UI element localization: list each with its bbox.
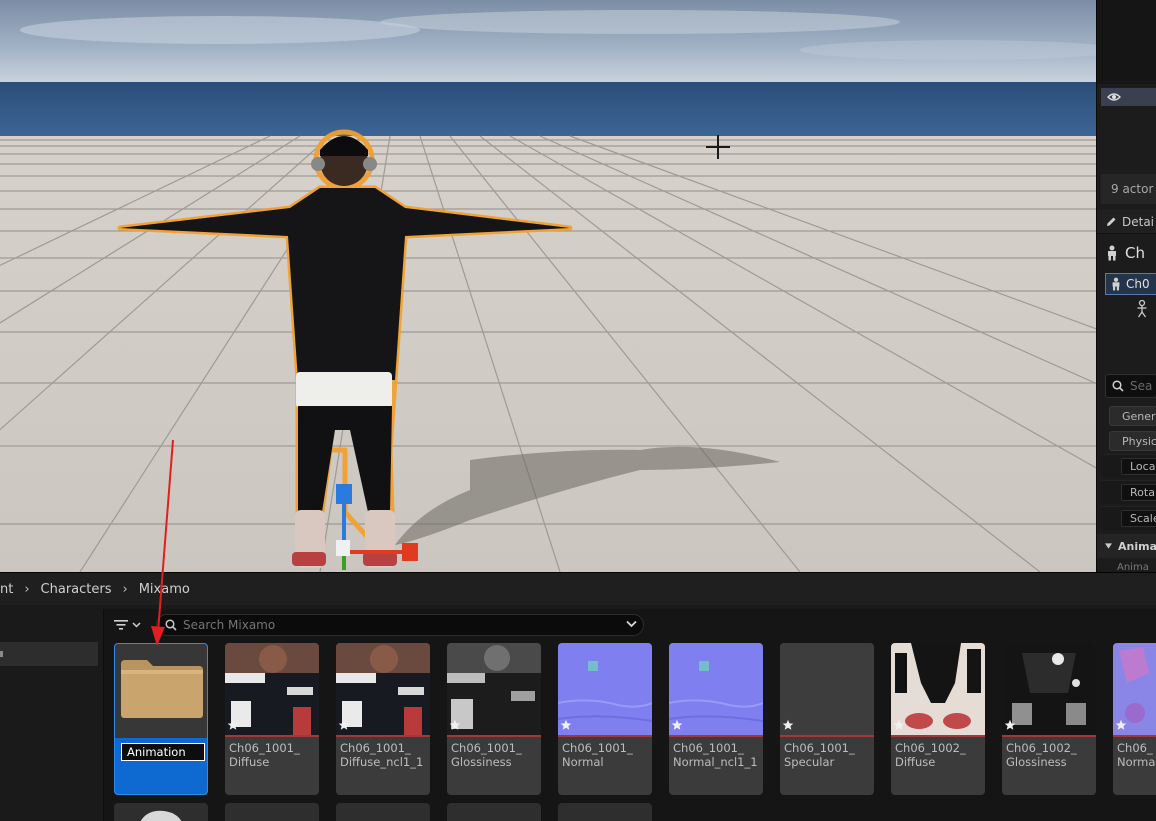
asset-name: Ch06_1001_ Glossiness xyxy=(451,741,522,769)
texture-thumbnail-diffuse xyxy=(225,643,319,735)
star-icon xyxy=(449,719,461,730)
animation-section-label: Anima xyxy=(1118,539,1156,553)
property-rotation-label[interactable]: Rota xyxy=(1121,484,1156,501)
breadcrumb: nt › Characters › Mixamo xyxy=(0,573,1156,605)
asset-name: Ch06_ Norma xyxy=(1117,741,1156,769)
asset-tile-row2[interactable] xyxy=(558,803,652,821)
viewport-crosshair xyxy=(706,135,730,159)
texture-thumbnail-glossiness xyxy=(447,643,541,735)
animation-section-header[interactable]: Anima xyxy=(1097,534,1156,558)
property-location-label[interactable]: Loca xyxy=(1121,458,1156,475)
folder-tree[interactable] xyxy=(0,609,104,821)
filter-button[interactable] xyxy=(112,615,152,635)
asset-tile[interactable]: Ch06_1001_ Diffuse_ncl1_1 xyxy=(336,643,430,795)
viewport-scene xyxy=(0,0,1096,572)
chevron-down-icon xyxy=(132,622,141,628)
property-row-rotation[interactable]: Rota xyxy=(1101,480,1156,504)
asset-tile-row2[interactable] xyxy=(225,803,319,821)
asset-tile[interactable]: Ch06_1002_ Glossiness xyxy=(1002,643,1096,795)
asset-name: Ch06_1001_ Normal xyxy=(562,741,633,769)
star-icon xyxy=(893,719,905,730)
tree-expand-mark xyxy=(0,651,3,657)
star-icon xyxy=(227,719,239,730)
pencil-icon xyxy=(1107,217,1116,226)
asset-name: Ch06_1002_ Glossiness xyxy=(1006,741,1077,769)
texture-thumbnail-diffuse xyxy=(891,643,985,735)
texture-thumbnail-specular xyxy=(780,643,874,735)
asset-name: Ch06_1001_ Diffuse_ncl1_1 xyxy=(340,741,424,769)
sea xyxy=(0,82,1096,136)
star-icon xyxy=(560,719,572,730)
property-row-location[interactable]: Loca xyxy=(1101,454,1156,478)
asset-name: Ch06_1001_ Normal_ncl1_1 xyxy=(673,741,758,769)
details-search-placeholder: Sea xyxy=(1130,379,1153,393)
asset-view[interactable]: Ch06_1001_ Diffuse Ch06_1001_ Diffuse_nc… xyxy=(104,609,1156,821)
asset-tile[interactable]: Ch06_1001_ Normal xyxy=(558,643,652,795)
asset-tile-row2[interactable] xyxy=(336,803,430,821)
collapse-arrow-icon xyxy=(1105,543,1112,549)
skeleton-icon[interactable] xyxy=(1135,300,1149,318)
level-viewport[interactable] xyxy=(0,0,1096,572)
outliner-header-area xyxy=(1097,0,1156,84)
property-row-scale[interactable]: Scale xyxy=(1101,506,1156,530)
star-icon xyxy=(338,719,350,730)
skeletal-mesh-icon xyxy=(1112,277,1120,291)
right-side-panel: 9 actor Detai Ch Ch0 Sea Gener Physic Lo… xyxy=(1096,0,1156,572)
outliner-selected-row[interactable] xyxy=(1101,88,1156,106)
component-item-label: Ch0 xyxy=(1126,277,1150,291)
property-scale-label[interactable]: Scale xyxy=(1121,510,1156,527)
filter-general-button[interactable]: Gener xyxy=(1109,406,1156,426)
breadcrumb-item-characters[interactable]: Characters xyxy=(41,582,112,597)
asset-tile[interactable]: Ch06_1001_ Diffuse xyxy=(225,643,319,795)
details-actor-name: Ch xyxy=(1125,244,1145,262)
asset-tile[interactable]: Ch06_1001_ Normal_ncl1_1 xyxy=(669,643,763,795)
search-icon xyxy=(165,619,177,631)
asset-tile[interactable]: Ch06_1002_ Diffuse xyxy=(891,643,985,795)
breadcrumb-item-content[interactable]: nt xyxy=(0,582,13,597)
texture-thumbnail-glossiness xyxy=(1002,643,1096,735)
search-icon xyxy=(1112,380,1124,392)
asset-tile-row2[interactable] xyxy=(447,803,541,821)
chevron-right-icon: › xyxy=(122,581,128,597)
folder-tree-selected-item[interactable] xyxy=(0,642,98,666)
asset-search-input[interactable] xyxy=(183,618,623,632)
asset-tile-row2[interactable] xyxy=(114,803,208,821)
chevron-down-icon[interactable] xyxy=(626,620,637,628)
filter-physics-button[interactable]: Physic xyxy=(1109,431,1156,451)
floor xyxy=(0,136,1096,572)
star-icon xyxy=(782,719,794,730)
skeletal-mesh-icon xyxy=(1108,245,1116,261)
asset-tile[interactable]: Ch06_1001_ Glossiness xyxy=(447,643,541,795)
details-tab-label: Detai xyxy=(1122,214,1155,229)
asset-name: Ch06_1001_ Specular xyxy=(784,741,855,769)
star-icon xyxy=(1004,719,1016,730)
details-tab[interactable]: Detai xyxy=(1097,210,1156,234)
asset-name: Ch06_1002_ Diffuse xyxy=(895,741,966,769)
texture-thumbnail-normal xyxy=(558,643,652,735)
asset-tile-folder-animation[interactable] xyxy=(114,643,208,795)
animation-subsection-label: Anima xyxy=(1117,562,1149,572)
texture-thumbnail-diffuse xyxy=(336,643,430,735)
texture-thumbnail-normal xyxy=(669,643,763,735)
star-icon xyxy=(671,719,683,730)
rename-input[interactable] xyxy=(121,743,205,761)
actor-count-label: 9 actor xyxy=(1101,174,1156,204)
folder-thumbnail xyxy=(115,644,207,738)
filter-icon xyxy=(114,620,128,630)
asset-name: Ch06_1001_ Diffuse xyxy=(229,741,300,769)
eye-icon[interactable] xyxy=(1107,92,1121,102)
asset-search-box[interactable] xyxy=(156,614,644,636)
asset-tile[interactable]: Ch06_1001_ Specular xyxy=(780,643,874,795)
component-item-selected[interactable]: Ch0 xyxy=(1105,273,1156,295)
breadcrumb-item-mixamo[interactable]: Mixamo xyxy=(139,582,190,597)
asset-tile[interactable]: Ch06_ Norma xyxy=(1113,643,1156,795)
content-browser: nt › Characters › Mixamo Search Mixamo A… xyxy=(0,572,1156,821)
folder-icon xyxy=(121,660,203,718)
star-icon xyxy=(1115,719,1127,730)
details-actor-title: Ch xyxy=(1105,240,1156,266)
details-search-field[interactable]: Sea xyxy=(1105,374,1156,398)
chevron-right-icon: › xyxy=(24,581,30,597)
